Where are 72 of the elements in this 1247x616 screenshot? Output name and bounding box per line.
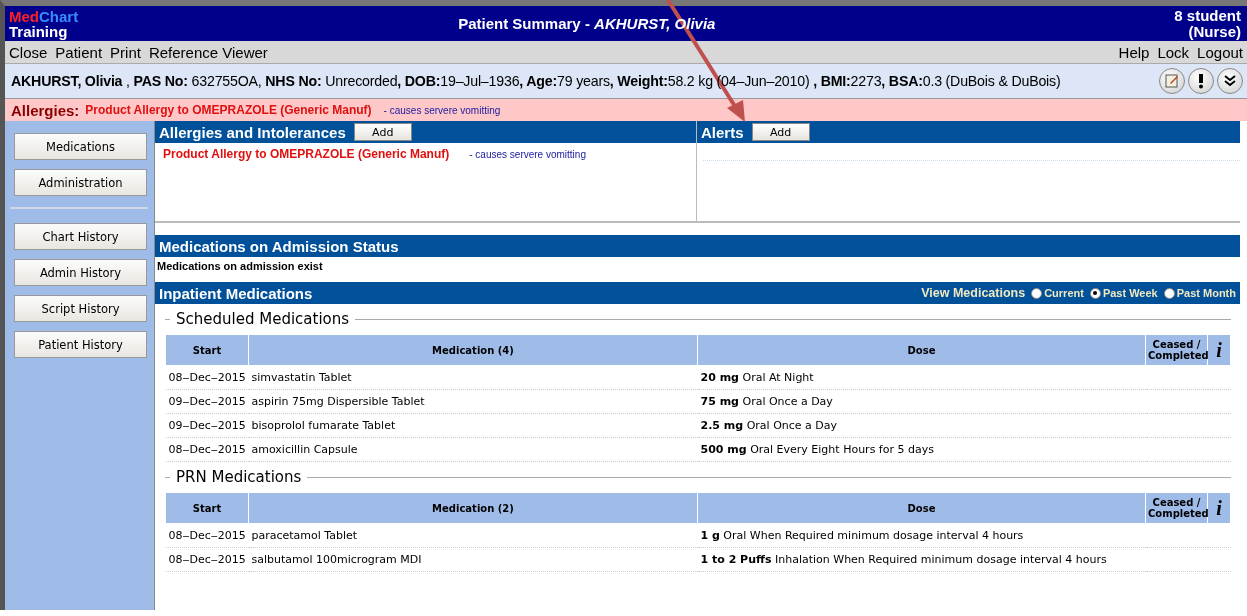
table-cell: 08‒Dec‒2015 [165,547,249,572]
menu-item[interactable]: Help [1118,43,1150,61]
status-text: Medications on admission exist [156,259,324,274]
panel-title: Allergies and Intolerances [159,123,346,141]
column-header: Medication (4) [248,334,698,366]
column-header: Ceased / Completed [1145,334,1208,366]
user-name: 8 student [1174,7,1241,24]
table-cell: simvastatin Tablet [248,365,698,390]
radio-icon[interactable] [1031,287,1043,299]
menu-item[interactable]: Print [110,43,141,61]
radio-option[interactable]: Past Week [1089,287,1158,299]
panel-title: Alerts [701,123,744,141]
table-cell: paracetamol Tablet [248,523,698,548]
table-cell: 09‒Dec‒2015 [165,389,249,414]
group-title: Scheduled Medications [176,310,350,328]
table-cell: 500 mg Oral Every Eight Hours for 5 days [697,437,1146,462]
user-role: (Nurse) [1187,23,1241,40]
allergies-label: Allergies: [11,101,80,119]
table-cell: 1 to 2 Puffs Inhalation When Required minimum dosage interval 4 hours [697,547,1146,572]
section-title: Inpatient Medications [159,284,313,302]
radio-icon[interactable] [1163,287,1175,299]
sidebar-button[interactable]: Administration [14,169,147,196]
logo-text: Med [9,7,39,25]
logo-text: Chart [39,7,79,25]
sidebar-button[interactable]: Script History [14,295,147,322]
table-cell: 75 mg Oral Once a Day [697,389,1146,414]
column-header: Dose [697,334,1146,366]
table-cell: salbutamol 100microgram MDI [248,547,698,572]
table-cell: amoxicillin Capsule [248,437,698,462]
radio-option[interactable]: Past Month [1163,287,1236,299]
sidebar-button[interactable]: Admin History [14,259,147,286]
sidebar-button[interactable]: Medications [14,133,147,160]
section-title: Medications on Admission Status [159,237,399,255]
table-cell: aspirin 75mg Dispersible Tablet [248,389,698,414]
table-cell: 08‒Dec‒2015 [165,437,249,462]
radio-option[interactable]: Current [1031,287,1084,299]
double-chevron-icon[interactable] [1223,74,1237,88]
menu-item[interactable]: Lock [1157,43,1190,61]
exclamation-icon[interactable] [1198,73,1204,89]
column-header: Medication (2) [248,492,698,524]
column-header: Ceased / Completed [1145,492,1208,524]
column-header: Start [165,334,249,366]
add-button[interactable]: Add [353,123,412,141]
menu-item[interactable]: Logout [1197,43,1243,61]
allergy-reaction: - causes servere vomitting [383,104,501,116]
menu-item[interactable]: Close [9,43,48,61]
expand-button[interactable] [1217,68,1243,94]
column-header: i [1207,334,1231,366]
table-cell: 1 g Oral When Required minimum dosage interval 4 hours [697,523,1146,548]
column-header: Start [165,492,249,524]
menu-item[interactable]: Reference Viewer [148,43,268,61]
sidebar-button[interactable]: Patient History [14,331,147,358]
view-label: View Medications [921,286,1026,300]
table-cell: bisoprolol fumarate Tablet [248,413,698,438]
menu-item[interactable]: Patient [55,43,103,61]
notepad-icon[interactable] [1164,73,1180,89]
table-cell: 20 mg Oral At Night [697,365,1146,390]
logo-subtitle: Training [9,23,69,39]
allergy-name: Product Allergy to OMEPRAZOLE (Generic Manuf) [163,147,450,161]
table-cell: 09‒Dec‒2015 [165,413,249,438]
add-button[interactable]: Add [751,123,810,141]
group-title: PRN Medications [176,468,302,486]
table-cell: 08‒Dec‒2015 [165,365,249,390]
column-header: i [1207,492,1231,524]
radio-icon[interactable] [1089,287,1101,299]
table-cell: 08‒Dec‒2015 [165,523,249,548]
column-header: Dose [697,492,1146,524]
table-cell: 2.5 mg Oral Once a Day [697,413,1146,438]
allergy-name: Product Allergy to OMEPRAZOLE (Generic Manuf) [85,103,372,117]
alert-button[interactable] [1188,68,1214,94]
allergy-reaction: - causes servere vomitting [469,149,586,160]
sidebar-button[interactable]: Chart History [14,223,147,250]
